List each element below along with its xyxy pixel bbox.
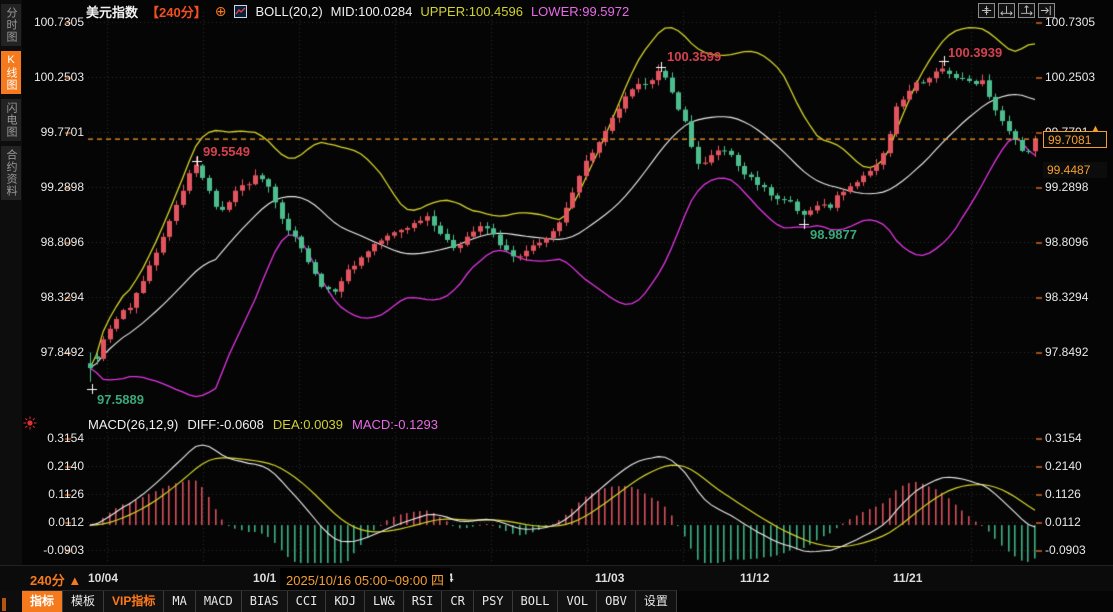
toolbar-item-PSY[interactable]: PSY [474, 591, 513, 612]
toolbar-item-LW&[interactable]: LW& [365, 591, 404, 612]
toolbar-item-CR[interactable]: CR [442, 591, 473, 612]
price-tick-left: 100.7305 [24, 14, 84, 30]
macd-header: MACD(26,12,9) DIFF:-0.0608 DEA:0.0039 MA… [88, 416, 438, 432]
hot-indicator-icon [23, 416, 37, 430]
price-tick-right: 97.8492 [1045, 344, 1105, 360]
time-tick: 11/12 [740, 571, 769, 585]
macd-tick-right: 0.0112 [1045, 514, 1105, 530]
secondary-price-tag: 99.4487 [1043, 162, 1107, 178]
chart-tool-icons [978, 3, 1055, 18]
macd-macd-value: MACD:-0.1293 [352, 417, 438, 432]
extreme-annotation: 98.9877 [810, 227, 857, 242]
toolbar-item-指标[interactable]: 指标 [22, 591, 63, 612]
extreme-annotation: 97.5889 [97, 392, 144, 407]
toolbar-item-MACD[interactable]: MACD [196, 591, 242, 612]
macd-diff-value: DIFF:-0.0608 [187, 417, 264, 432]
toolbar-item-VOL[interactable]: VOL [558, 591, 597, 612]
price-tick-right: 100.2503 [1045, 69, 1105, 85]
macd-tick-left: 0.1126 [24, 486, 84, 502]
boll-lower-value: LOWER:99.5972 [531, 4, 629, 19]
price-tick-left: 97.8492 [24, 344, 84, 360]
trading-app-window: 分时图 K线图闪电图合约资料 美元指数 【240分】 ⊕ BOLL(20,2) M… [0, 0, 1113, 612]
crosshair-time-tooltip: 2025/10/16 05:00~09:00 四 [280, 568, 450, 591]
macd-tick-left: 0.3154 [24, 430, 84, 446]
macd-tick-right: 0.2140 [1045, 458, 1105, 474]
period-arrow-icon: ▲ [68, 573, 81, 588]
price-tick-right: 100.7305 [1045, 14, 1105, 30]
boll-upper-value: UPPER:100.4596 [420, 4, 523, 19]
price-tick-left: 98.3294 [24, 289, 84, 305]
toolbar-item-MA[interactable]: MA [164, 591, 195, 612]
scale-x-icon[interactable] [998, 3, 1015, 18]
price-tick-right: 98.8096 [1045, 234, 1105, 250]
period-label[interactable]: 【240分】 [146, 2, 207, 21]
time-tick: 10/1 [253, 571, 276, 585]
sidebar: 分时图 K线图闪电图合约资料 [0, 0, 22, 612]
toolbar-item-KDJ[interactable]: KDJ [326, 591, 365, 612]
crosshair-target-icon[interactable]: ⊕ [215, 4, 227, 18]
time-tick: 11/21 [893, 571, 922, 585]
price-tick-right: 98.3294 [1045, 289, 1105, 305]
macd-tick-right: 0.1126 [1045, 486, 1105, 502]
macd-tick-left: 0.2140 [24, 458, 84, 474]
extreme-annotation: 100.3599 [667, 49, 721, 64]
main-chart-canvas[interactable] [22, 0, 1113, 565]
pan-icon[interactable] [978, 3, 995, 18]
time-axis: 240分 ▲ 10/0410/12411/0311/1211/21 2025/1… [0, 565, 1113, 591]
toolbar-item-BOLL[interactable]: BOLL [513, 591, 559, 612]
sidebar-item-3[interactable]: 闪电图 [1, 99, 21, 141]
current-price-tag: 99.7081 [1043, 131, 1107, 148]
indicator-toolbar: 指标模板VIP指标MAMACDBIASCCIKDJLW&RSICRPSYBOLL… [22, 590, 677, 612]
macd-tick-right: -0.0903 [1045, 542, 1105, 558]
price-tick-right: 99.2898 [1045, 179, 1105, 195]
toolbar-item-RSI[interactable]: RSI [404, 591, 443, 612]
toolbar-item-BIAS[interactable]: BIAS [242, 591, 288, 612]
toolbar-item-OBV[interactable]: OBV [597, 591, 636, 612]
price-tick-left: 100.2503 [24, 69, 84, 85]
extreme-annotation: 99.5549 [203, 144, 250, 159]
toolbar-item-模板[interactable]: 模板 [63, 591, 104, 612]
sidebar-item-2[interactable]: K线图 [1, 51, 21, 94]
chart-header: 美元指数 【240分】 ⊕ BOLL(20,2) MID:100.0284 UP… [86, 3, 629, 19]
toolbar-item-VIP指标[interactable]: VIP指标 [104, 591, 164, 612]
boll-label: BOLL(20,2) [255, 4, 322, 19]
macd-label: MACD(26,12,9) [88, 417, 178, 432]
toolbar-item-CCI[interactable]: CCI [288, 591, 327, 612]
period-text: 240分 [30, 573, 65, 588]
toolbar-item-设置[interactable]: 设置 [636, 591, 677, 612]
time-tick: 10/04 [88, 571, 118, 585]
sidebar-item-4[interactable]: 合约资料 [1, 146, 21, 200]
macd-tick-left: -0.0903 [24, 542, 84, 558]
price-tick-left: 99.7701 [24, 124, 84, 140]
macd-tick-right: 0.3154 [1045, 430, 1105, 446]
price-tick-left: 99.2898 [24, 179, 84, 195]
macd-tick-left: 0.0112 [24, 514, 84, 530]
instrument-title: 美元指数 [86, 2, 138, 21]
toolbar-accent [2, 598, 6, 611]
boll-mid-value: MID:100.0284 [331, 4, 413, 19]
sidebar-item-1[interactable]: 分时图 [1, 4, 21, 46]
macd-dea-value: DEA:0.0039 [273, 417, 343, 432]
price-tick-left: 98.8096 [24, 234, 84, 250]
extreme-annotation: 100.3939 [948, 45, 1002, 60]
period-selector[interactable]: 240分 ▲ [30, 570, 81, 589]
line-chart-icon[interactable] [234, 5, 247, 18]
scale-y-icon[interactable] [1018, 3, 1035, 18]
time-tick: 11/03 [595, 571, 624, 585]
